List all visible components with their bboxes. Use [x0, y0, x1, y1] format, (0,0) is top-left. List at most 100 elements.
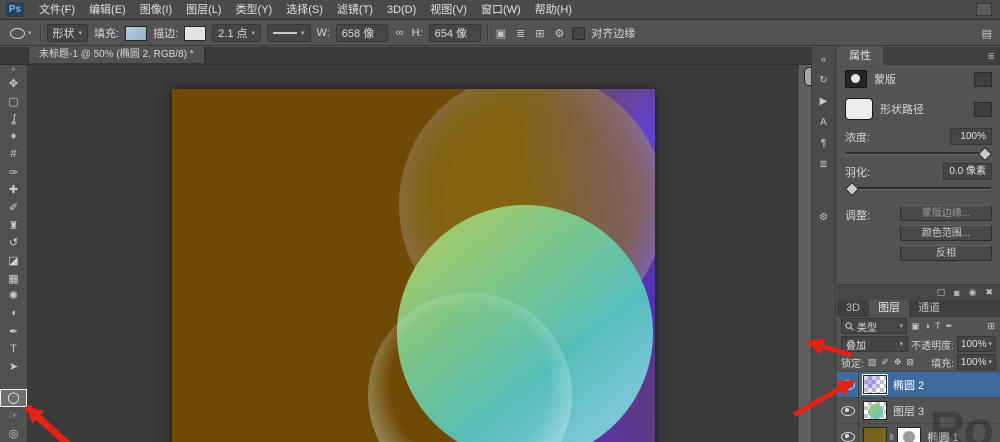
- lock-all-icon[interactable]: ⊠: [905, 357, 915, 368]
- mask-edge-button[interactable]: 蒙版边缘...: [900, 205, 992, 221]
- invert-button[interactable]: 反相: [900, 245, 992, 261]
- vector-mask-icon[interactable]: [974, 102, 992, 117]
- menu-filter[interactable]: 滤镜(T): [330, 0, 380, 20]
- menu-3d[interactable]: 3D(D): [380, 0, 423, 20]
- window-control-icon[interactable]: [976, 3, 992, 16]
- path-align-button[interactable]: ≣: [514, 27, 527, 40]
- layer-thumbnail[interactable]: [863, 427, 887, 442]
- feather-slider[interactable]: [846, 183, 991, 193]
- lasso-tool[interactable]: ʆ: [0, 110, 27, 128]
- tab-layers[interactable]: 图层: [869, 300, 909, 317]
- canvas-area[interactable]: [28, 65, 798, 442]
- history-panel-icon[interactable]: ↻: [811, 70, 836, 91]
- blend-mode-dropdown[interactable]: 叠加: [841, 336, 908, 352]
- visibility-toggle[interactable]: [837, 372, 859, 397]
- lock-paint-icon[interactable]: ✐: [880, 357, 890, 368]
- path-operations-button[interactable]: ▣: [494, 27, 508, 40]
- tool-preset-picker[interactable]: [8, 28, 34, 39]
- width-input[interactable]: 658 像: [336, 24, 388, 42]
- filter-smart-icon[interactable]: ⊞: [986, 321, 996, 332]
- visibility-toggle[interactable]: [837, 424, 859, 442]
- move-tool[interactable]: ✥: [0, 75, 27, 93]
- density-slider[interactable]: [846, 148, 991, 158]
- layer-name[interactable]: 椭圆 2: [893, 377, 924, 393]
- brush-tool[interactable]: ✐: [0, 199, 27, 217]
- menu-type[interactable]: 类型(Y): [229, 0, 280, 20]
- vertical-scrollbar[interactable]: [798, 65, 812, 442]
- layer-thumbnail[interactable]: [863, 375, 887, 394]
- marquee-tool[interactable]: ▢: [0, 93, 27, 111]
- menu-help[interactable]: 帮助(H): [528, 0, 579, 20]
- clone-stamp-tool[interactable]: ♜: [0, 216, 27, 234]
- menu-window[interactable]: 窗口(W): [474, 0, 528, 20]
- dodge-tool[interactable]: ◖: [0, 305, 27, 323]
- layer-filter-dropdown[interactable]: 类型: [841, 318, 907, 334]
- ellipse-tool[interactable]: ◯: [0, 389, 27, 407]
- pen-tool[interactable]: ✒: [0, 322, 27, 340]
- filter-pixel-icon[interactable]: ▣: [910, 321, 921, 332]
- styles-panel-icon[interactable]: ≣: [811, 154, 836, 175]
- panel-toggle-icon[interactable]: ▤: [982, 27, 992, 40]
- menu-file[interactable]: 文件(F): [32, 0, 82, 20]
- density-value[interactable]: 100%: [950, 128, 992, 145]
- tool-presets-panel-icon[interactable]: ⚙: [811, 207, 836, 228]
- gradient-tool[interactable]: ▦: [0, 269, 27, 287]
- character-panel-icon[interactable]: A: [811, 112, 836, 133]
- toggle-mask-icon[interactable]: ◉: [969, 287, 977, 298]
- eraser-tool[interactable]: ◪: [0, 252, 27, 270]
- filter-shape-icon[interactable]: ✒: [944, 321, 954, 332]
- layer-row-ellipse-2[interactable]: 椭圆 2: [837, 372, 1000, 398]
- tab-properties[interactable]: 属性: [837, 47, 883, 65]
- load-selection-icon[interactable]: ▢: [937, 287, 946, 298]
- crop-tool[interactable]: #: [0, 146, 27, 164]
- height-input[interactable]: 654 像: [429, 24, 481, 42]
- slider-knob[interactable]: [845, 182, 859, 196]
- tab-channels[interactable]: 通道: [909, 300, 949, 317]
- filter-type-icon[interactable]: T: [934, 321, 942, 331]
- stroke-width-dropdown[interactable]: 2.1 点: [212, 24, 261, 42]
- menu-view[interactable]: 视图(V): [423, 0, 474, 20]
- lock-transparent-icon[interactable]: ▨: [867, 357, 878, 368]
- document-tab[interactable]: 未标题-1 @ 50% (椭圆 2, RGB/8) *: [28, 47, 205, 63]
- stroke-swatch[interactable]: [184, 26, 206, 41]
- menu-select[interactable]: 选择(S): [279, 0, 330, 20]
- filter-adjustment-icon[interactable]: ◑: [924, 321, 931, 331]
- fill-input[interactable]: 100%: [957, 354, 996, 370]
- path-selection-tool[interactable]: ➤: [0, 358, 27, 376]
- blur-tool[interactable]: ✺: [0, 287, 27, 305]
- slider-knob[interactable]: [978, 147, 992, 161]
- layer-thumbnail[interactable]: [863, 401, 887, 420]
- tool-mode-dropdown[interactable]: 形状: [47, 24, 89, 42]
- collapse-dock-icon[interactable]: «: [811, 49, 836, 70]
- expand-tools-icon[interactable]: »: [12, 65, 16, 75]
- panel-menu-icon[interactable]: ≣: [987, 51, 1000, 62]
- zoom-tool[interactable]: ◎: [0, 424, 27, 442]
- color-range-button[interactable]: 颜色范围...: [900, 225, 992, 241]
- history-brush-tool[interactable]: ↺: [0, 234, 27, 252]
- fill-swatch[interactable]: [125, 26, 147, 41]
- tab-3d[interactable]: 3D: [837, 300, 869, 317]
- hand-tool[interactable]: ☞: [0, 407, 27, 425]
- quick-selection-tool[interactable]: ✶: [0, 128, 27, 146]
- gear-icon[interactable]: ⚙: [552, 27, 566, 40]
- stroke-style-dropdown[interactable]: [267, 24, 311, 42]
- link-mask-icon[interactable]: ∞: [887, 433, 897, 439]
- feather-value[interactable]: 0.0 像素: [943, 163, 992, 180]
- link-dimensions-icon[interactable]: ∞: [394, 27, 406, 39]
- actions-panel-icon[interactable]: ▶: [811, 91, 836, 112]
- visibility-toggle[interactable]: [837, 398, 859, 423]
- opacity-input[interactable]: 100%: [957, 336, 996, 352]
- menu-image[interactable]: 图像(I): [133, 0, 179, 20]
- vector-mask-thumbnail[interactable]: [897, 427, 921, 442]
- align-edges-checkbox[interactable]: [572, 27, 585, 40]
- eyedropper-tool[interactable]: ✑: [0, 163, 27, 181]
- healing-brush-tool[interactable]: ✚: [0, 181, 27, 199]
- apply-mask-icon[interactable]: ◙: [954, 288, 959, 298]
- path-arrange-button[interactable]: ⊞: [533, 27, 546, 40]
- document-canvas[interactable]: [172, 89, 655, 442]
- type-tool[interactable]: T: [0, 340, 27, 358]
- layer-name[interactable]: 图层 3: [893, 403, 924, 419]
- paragraph-panel-icon[interactable]: ¶: [811, 133, 836, 154]
- delete-mask-icon[interactable]: ✖: [985, 287, 993, 298]
- lock-move-icon[interactable]: ✥: [893, 357, 903, 368]
